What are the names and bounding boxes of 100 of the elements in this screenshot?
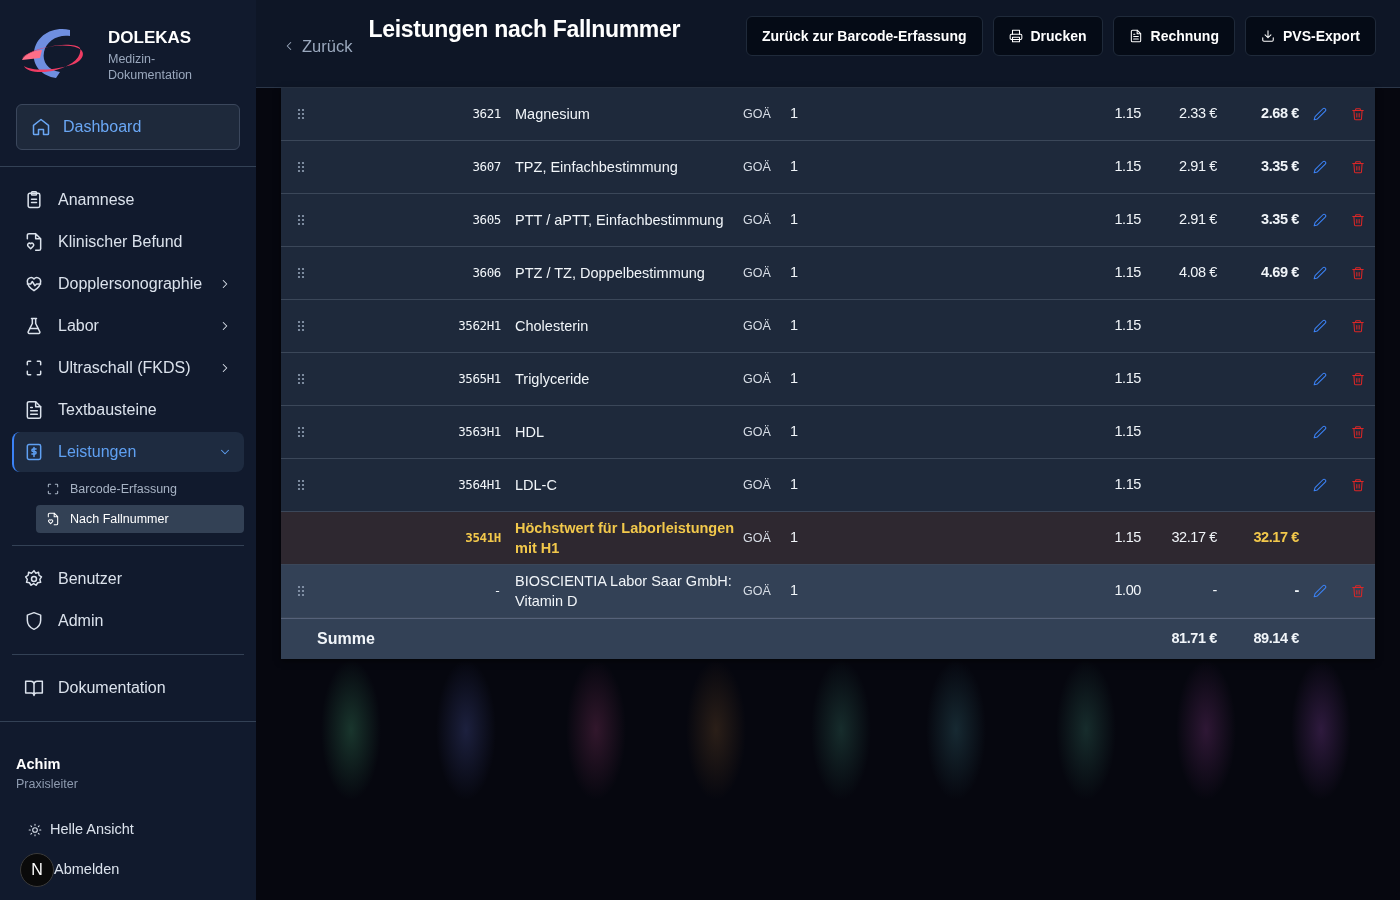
name-cell-text: PTT / aPTT, Einfachbestimmung — [514, 210, 725, 230]
toolbar-button[interactable]: PVS-Export — [1245, 16, 1376, 56]
scan-icon — [24, 358, 44, 378]
document-icon — [1128, 29, 1143, 43]
trash-icon — [1351, 266, 1365, 280]
factor-cell-text: 1.15 — [1113, 157, 1141, 177]
name-cell-text: PTZ / TZ, Doppelbestimmung — [514, 263, 706, 283]
trash-icon — [1351, 425, 1365, 439]
pencil-icon — [1313, 266, 1327, 280]
name-cell-text: BIOSCIENTIA Labor Saar GmbH: Vitamin D — [514, 571, 733, 611]
trash-icon — [1351, 372, 1365, 386]
factor-cell-text: 1.15 — [1113, 528, 1141, 548]
drag-handle-icon[interactable] — [297, 267, 305, 279]
pencil-icon — [1313, 213, 1327, 227]
catalog-cell-text: GOÄ — [743, 264, 772, 282]
sum-total: 89.14 € — [1252, 629, 1299, 649]
submenu-item[interactable]: Barcode-Erfassung — [36, 475, 244, 503]
total-cell-text: 4.69 € — [1260, 263, 1299, 283]
trash-icon — [1351, 319, 1365, 333]
pencil-icon — [1313, 319, 1327, 333]
factor-cell-text: 1.15 — [1113, 369, 1141, 389]
price-cell-text: 2.91 € — [1178, 157, 1217, 177]
trash-icon — [1351, 107, 1365, 121]
factor-cell-text: 1.15 — [1113, 422, 1141, 442]
code-cell-text: 3621 — [471, 104, 502, 123]
drag-handle-icon[interactable] — [297, 214, 305, 226]
sidebar-item[interactable]: Dopplersonographie — [12, 263, 244, 305]
sidebar-item[interactable]: Benutzer — [12, 558, 244, 600]
sum-label: Summe — [316, 629, 376, 649]
toolbar-button[interactable]: Rechnung — [1112, 16, 1235, 56]
submenu-item[interactable]: Nach Fallnummer — [36, 505, 244, 533]
price-cell-text: - — [1211, 581, 1217, 601]
printer-icon — [1008, 29, 1023, 43]
pencil-icon — [1313, 425, 1327, 439]
catalog-cell-text: GOÄ — [743, 370, 772, 388]
factor-cell-text: 1.15 — [1113, 210, 1141, 230]
back-link[interactable]: Zurück — [282, 34, 353, 59]
name-cell-text: LDL-C — [514, 475, 558, 495]
sidebar-item[interactable]: Anamnese — [12, 179, 244, 221]
trash-icon — [1351, 213, 1365, 227]
user-role: Praxisleiter — [16, 776, 79, 794]
sidebar-item[interactable]: Ultraschall (FKDS) — [12, 347, 244, 389]
settings-icon — [24, 569, 44, 589]
drag-handle-icon[interactable] — [297, 479, 305, 491]
name-cell-text: HDL — [514, 422, 545, 442]
drag-handle-icon[interactable] — [297, 426, 305, 438]
clipboard-icon — [24, 190, 44, 210]
brand-title: DOLEKAS — [108, 27, 193, 49]
catalog-cell-text: GOÄ — [743, 158, 772, 176]
code-cell-text: 3562H1 — [457, 316, 502, 335]
user-name: Achim — [16, 754, 62, 774]
scan-icon — [46, 482, 60, 496]
quantity-cell-text: 1 — [790, 528, 800, 548]
drag-handle-icon[interactable] — [297, 320, 305, 332]
trash-icon — [1351, 160, 1365, 174]
quantity-cell-text: 1 — [790, 157, 800, 177]
catalog-cell-text: GOÄ — [743, 211, 772, 229]
trash-icon — [1351, 584, 1365, 598]
code-cell-text: 3605 — [471, 210, 502, 229]
quantity-cell-text: 1 — [790, 104, 800, 124]
price-cell-text: 2.91 € — [1178, 210, 1217, 230]
quantity-cell-text: 1 — [790, 369, 800, 389]
pencil-icon — [1313, 584, 1327, 598]
total-cell-text: 2.68 € — [1260, 104, 1299, 124]
sidebar-item[interactable]: Labor — [12, 305, 244, 347]
name-cell-text: Höchstwert für Laborleistungen mit H1 — [514, 518, 736, 558]
dashboard-button[interactable]: Dashboard — [16, 104, 240, 150]
price-cell-text: 2.33 € — [1178, 104, 1217, 124]
total-cell-text: 32.17 € — [1252, 528, 1299, 548]
code-cell-text: 3563H1 — [457, 422, 502, 441]
toolbar-button[interactable]: Drucken — [992, 16, 1103, 56]
pencil-icon — [1313, 107, 1327, 121]
drag-handle-icon[interactable] — [297, 108, 305, 120]
pencil-icon — [1313, 160, 1327, 174]
code-cell-text: 3607 — [471, 157, 502, 176]
code-cell-text: 3565H1 — [457, 369, 502, 388]
factor-cell-text: 1.15 — [1113, 316, 1141, 336]
document-icon — [24, 400, 44, 420]
sidebar-item[interactable]: Leistungen — [12, 432, 244, 472]
name-cell-text: Magnesium — [514, 104, 591, 124]
sun-icon — [28, 823, 42, 837]
drag-handle-icon[interactable] — [297, 161, 305, 173]
page-title: Leistungen nach Fallnummer — [368, 16, 681, 44]
price-cell-text: 32.17 € — [1170, 528, 1217, 548]
theme-toggle-button[interactable]: Helle Ansicht — [16, 810, 140, 850]
sidebar-item[interactable]: Textbausteine — [12, 389, 244, 431]
name-cell-text: Cholesterin — [514, 316, 590, 336]
code-cell-text: - — [492, 581, 502, 600]
drag-handle-icon[interactable] — [297, 585, 305, 597]
toolbar-button[interactable]: Zurück zur Barcode-Erfassung — [745, 16, 983, 56]
sidebar-item[interactable]: Dokumentation — [12, 667, 244, 709]
quantity-cell-text: 1 — [790, 581, 800, 601]
home-icon — [31, 117, 51, 137]
sidebar-item[interactable]: Klinischer Befund — [12, 221, 244, 263]
name-cell-text: Triglyceride — [514, 369, 591, 389]
brand-subtitle: Medizin-Dokumentation — [108, 50, 194, 83]
drag-handle-icon[interactable] — [297, 373, 305, 385]
sidebar-item[interactable]: Admin — [12, 600, 244, 642]
total-cell-text: - — [1293, 581, 1299, 601]
logout-button[interactable]: Abmelden — [54, 850, 126, 890]
